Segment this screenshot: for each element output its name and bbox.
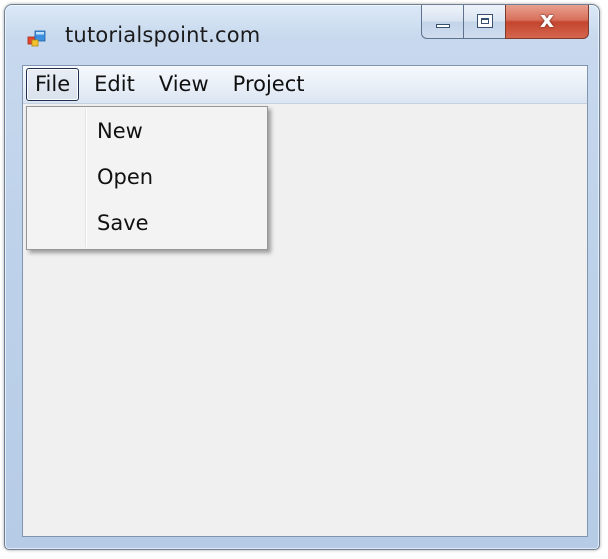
menu-project[interactable]: Project (224, 68, 314, 101)
maximize-button[interactable] (463, 5, 505, 39)
caption-buttons: x (421, 5, 589, 45)
close-button[interactable]: x (505, 5, 589, 39)
form-client-area: File Edit View Project New Open Save (22, 65, 588, 537)
menu-item-open[interactable]: Open (97, 165, 153, 189)
menu-edit[interactable]: Edit (85, 68, 144, 101)
menu-file[interactable]: File (26, 68, 80, 101)
menu-icon-gutter (85, 109, 87, 247)
menu-view[interactable]: View (150, 68, 218, 101)
maximize-icon (477, 14, 493, 28)
file-menu-dropdown: New Open Save (26, 106, 268, 250)
menu-item-new[interactable]: New (97, 119, 143, 143)
menu-bar: File Edit View Project (23, 66, 587, 104)
form-app-icon[interactable] (27, 28, 47, 48)
close-icon: x (539, 8, 555, 33)
minimize-icon (436, 24, 450, 28)
window-title: tutorialspoint.com (65, 23, 261, 47)
title-bar[interactable]: tutorialspoint.com x (5, 5, 599, 65)
app-window: tutorialspoint.com x File Edit View Proj… (4, 4, 600, 550)
minimize-button[interactable] (421, 5, 463, 39)
menu-item-save[interactable]: Save (97, 211, 149, 235)
